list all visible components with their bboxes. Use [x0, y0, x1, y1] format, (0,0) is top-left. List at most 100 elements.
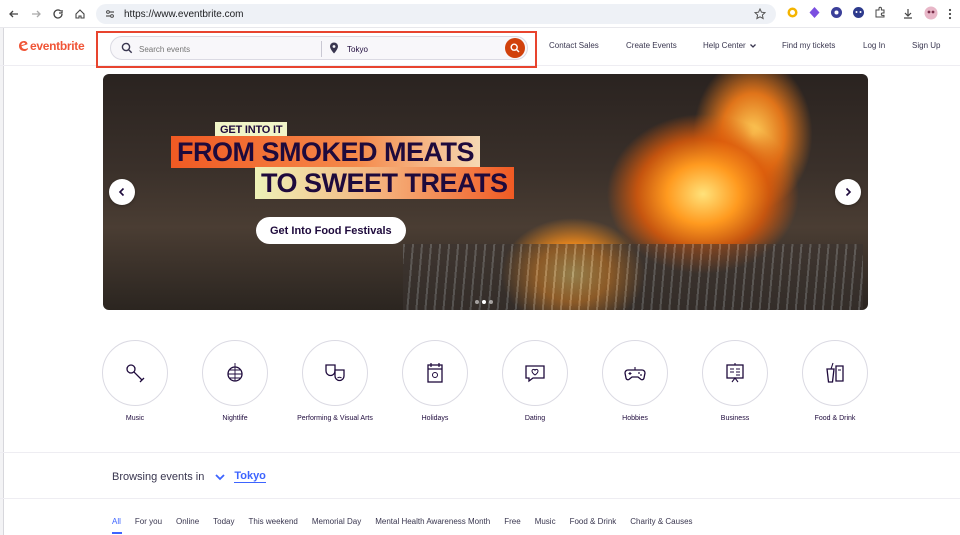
category-circle [702, 340, 768, 406]
carousel-prev-button[interactable] [109, 179, 135, 205]
help-center-label: Help Center [703, 41, 746, 50]
search-submit-button[interactable] [505, 38, 525, 58]
gamepad-icon [624, 367, 646, 381]
address-bar[interactable]: https://www.eventbrite.com [96, 4, 776, 24]
category-circle [602, 340, 668, 406]
tab-mental-health[interactable]: Mental Health Awareness Month [375, 517, 490, 526]
puzzle-icon[interactable] [874, 6, 887, 19]
tab-online[interactable]: Online [176, 517, 199, 526]
location-pin-icon [330, 42, 338, 54]
tab-all[interactable]: All [112, 517, 122, 534]
search-icon [510, 43, 520, 53]
disco-ball-icon [227, 363, 243, 382]
category-label: Music [125, 415, 145, 422]
hero-headline-line1: FROM SMOKED MEATS [171, 136, 480, 168]
category-label: Nightlife [222, 415, 248, 422]
bookmark-star-icon[interactable] [754, 8, 766, 20]
tab-memorial-day[interactable]: Memorial Day [312, 517, 361, 526]
category-nightlife[interactable]: Nightlife [185, 340, 285, 424]
logo-text: eventbrite [30, 39, 85, 53]
chevron-right-icon [845, 187, 852, 197]
category-circle [202, 340, 268, 406]
category-circle [502, 340, 568, 406]
browser-toolbar: https://www.eventbrite.com [0, 0, 960, 28]
theater-masks-icon [325, 364, 345, 382]
reload-icon[interactable] [50, 6, 66, 22]
nav-create-events[interactable]: Create Events [626, 41, 677, 50]
tab-this-weekend[interactable]: This weekend [249, 517, 298, 526]
chevron-left-icon [118, 187, 125, 197]
category-circle [102, 340, 168, 406]
microphone-icon [126, 364, 145, 383]
site-header: eventbrite Contact Sales Create Events H… [0, 28, 960, 68]
calendar-icon [427, 363, 443, 383]
section-divider [0, 498, 960, 499]
category-holidays[interactable]: Holidays [385, 340, 485, 424]
chevron-down-icon[interactable] [214, 471, 226, 483]
menu-kebab-icon[interactable] [948, 7, 952, 25]
tab-today[interactable]: Today [213, 517, 234, 526]
category-hobbies[interactable]: Hobbies [585, 340, 685, 424]
nav-contact-sales[interactable]: Contact Sales [549, 41, 599, 50]
tab-food-drink[interactable]: Food & Drink [570, 517, 617, 526]
hero-grill-image [403, 244, 863, 310]
chevron-down-icon [749, 43, 756, 48]
tab-music[interactable]: Music [535, 517, 556, 526]
section-divider [0, 452, 960, 453]
extension-icon[interactable] [786, 6, 799, 19]
nav-sign-up[interactable]: Sign Up [912, 41, 940, 50]
location-input[interactable] [347, 42, 497, 56]
site-info-icon[interactable] [104, 8, 116, 20]
nav-find-my-tickets[interactable]: Find my tickets [782, 41, 835, 50]
category-circle [402, 340, 468, 406]
forward-icon[interactable] [28, 6, 44, 22]
nav-help-center[interactable]: Help Center [703, 41, 757, 50]
tab-for-you[interactable]: For you [135, 517, 162, 526]
carousel-dot-active[interactable] [482, 300, 486, 304]
carousel-dot[interactable] [475, 300, 479, 304]
presentation-icon [726, 363, 744, 383]
tab-charity-causes[interactable]: Charity & Causes [630, 517, 692, 526]
browsing-label: Browsing events in [112, 470, 205, 483]
hero-cta-button[interactable]: Get Into Food Festivals [256, 217, 406, 244]
download-icon[interactable] [902, 7, 914, 25]
category-food-drink[interactable]: Food & Drink [785, 340, 885, 424]
category-label: Business [720, 415, 750, 422]
hero-headline-line2: TO SWEET TREATS [255, 167, 514, 199]
profile-avatar-icon[interactable] [924, 6, 938, 25]
browser-actions [902, 6, 952, 25]
category-music[interactable]: Music [85, 340, 185, 424]
food-drink-icon [826, 362, 844, 383]
search-events-input[interactable] [139, 42, 319, 56]
tab-free[interactable]: Free [504, 517, 520, 526]
nav-log-in[interactable]: Log In [863, 41, 885, 50]
category-business[interactable]: Business [685, 340, 785, 424]
category-performing-arts[interactable]: Performing & Visual Arts [285, 340, 385, 424]
browsing-city-link[interactable]: Tokyo [234, 470, 266, 483]
carousel-dots [475, 300, 493, 304]
window-edge [0, 28, 4, 535]
search-divider [321, 41, 322, 57]
search-icon [121, 42, 133, 54]
category-label: Performing & Visual Arts [297, 415, 373, 422]
hero-banner[interactable]: GET INTO IT FROM SMOKED MEATS TO SWEET T… [103, 74, 868, 310]
category-label: Holidays [421, 415, 449, 422]
carousel-next-button[interactable] [835, 179, 861, 205]
eventbrite-logo[interactable]: eventbrite [18, 39, 85, 53]
category-circle [802, 340, 868, 406]
home-icon[interactable] [72, 6, 88, 22]
back-icon[interactable] [6, 6, 22, 22]
category-label: Food & Drink [814, 415, 856, 422]
extensions-bar [786, 6, 887, 19]
browsing-location: Browsing events in Tokyo [112, 470, 266, 483]
category-circle [302, 340, 368, 406]
extension-icon[interactable] [852, 6, 865, 19]
category-dating[interactable]: Dating [485, 340, 585, 424]
chat-heart-icon [525, 365, 545, 383]
url-text: https://www.eventbrite.com [124, 8, 244, 20]
category-label: Hobbies [622, 415, 648, 422]
search-bar [110, 36, 528, 60]
extension-icon[interactable] [830, 6, 843, 19]
extension-icon[interactable] [808, 6, 821, 19]
carousel-dot[interactable] [489, 300, 493, 304]
